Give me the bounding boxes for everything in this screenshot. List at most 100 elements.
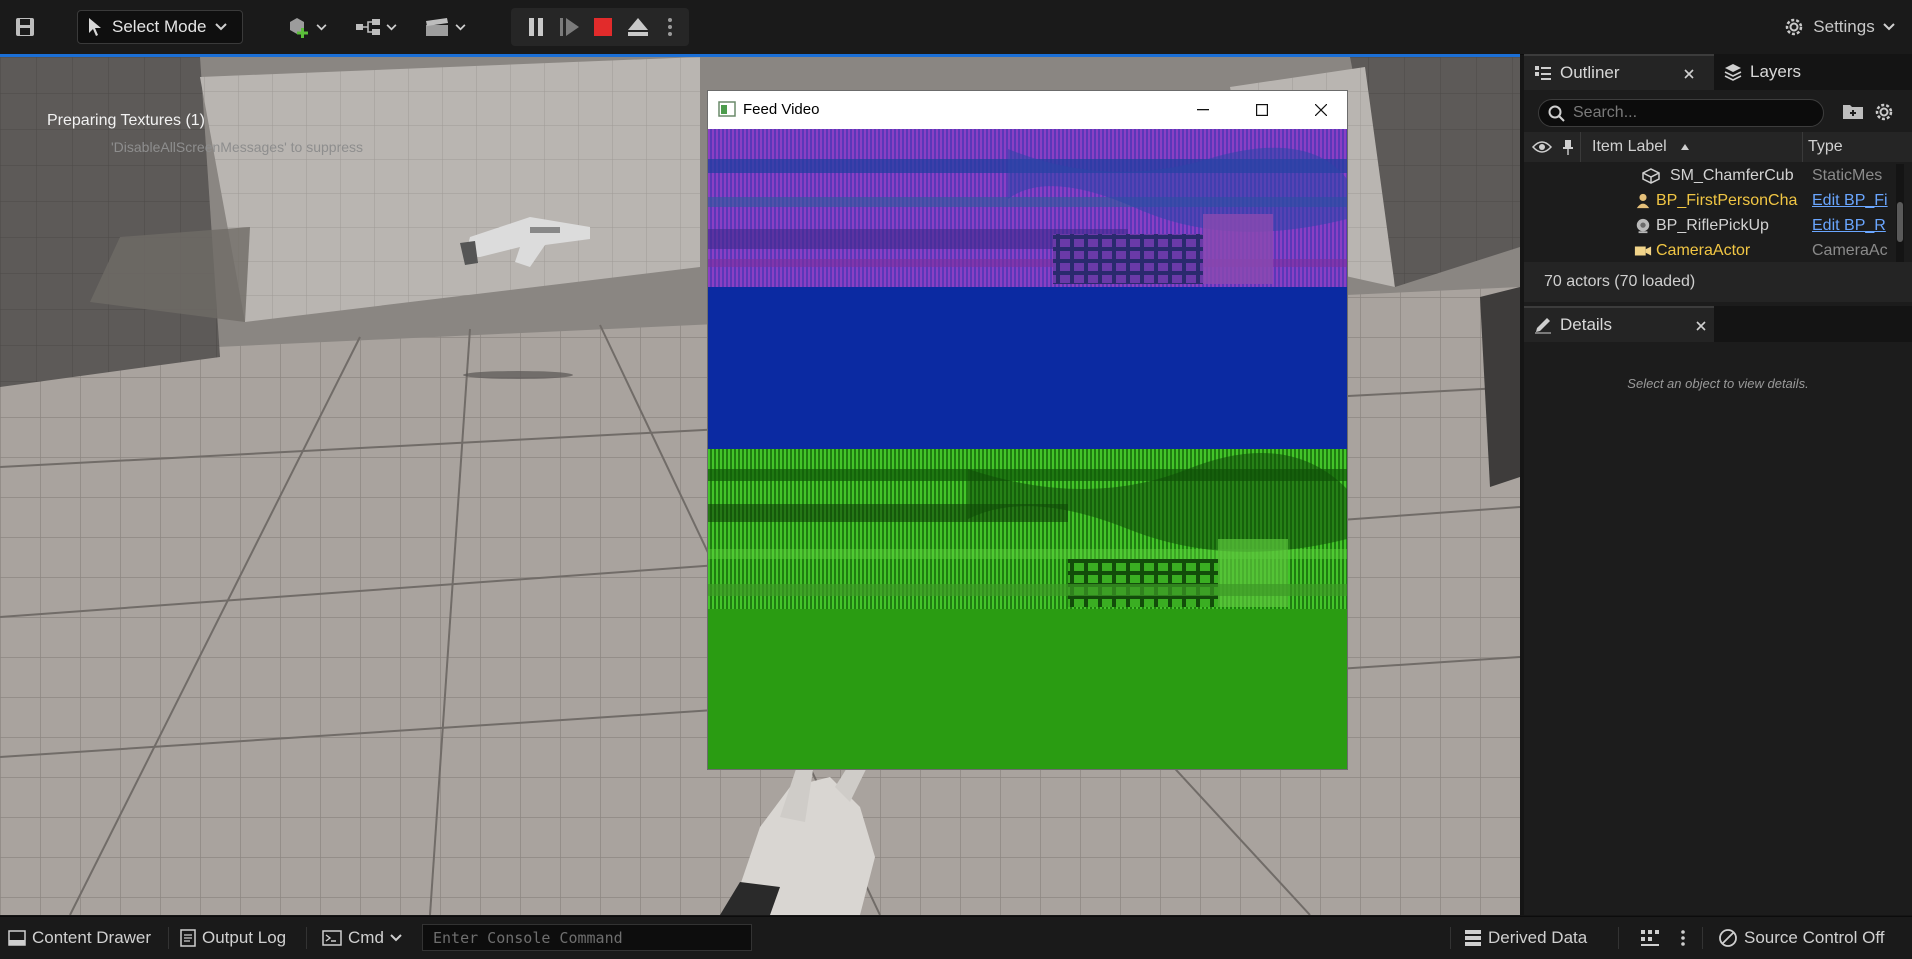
chevron-down-icon [386,23,397,30]
content-drawer-icon [8,930,26,946]
window-titlebar[interactable]: Feed Video [708,91,1347,129]
more-vertical-icon [1681,930,1685,946]
add-actor-button[interactable] [283,10,331,44]
row-type-link[interactable]: Edit BP_R [1812,217,1892,235]
outliner-scrollbar[interactable] [1896,164,1904,262]
character-icon [1636,193,1650,209]
scrollbar-thumb[interactable] [1897,202,1903,242]
maximize-icon [1256,104,1268,116]
save-button[interactable] [8,10,42,44]
main-toolbar: Select Mode Settings [0,0,1912,55]
outliner-icon [1535,66,1551,80]
source-control-off-icon [1719,929,1737,947]
derived-data-icon [1465,930,1481,946]
derived-data-label: Derived Data [1488,928,1588,947]
row-label: BP_RiflePickUp [1656,217,1769,234]
visibility-eye-icon[interactable] [1532,140,1552,154]
output-log-label: Output Log [202,928,287,947]
chevron-down-icon [316,23,327,30]
stop-button[interactable] [588,10,618,44]
search-placeholder: Search... [1573,104,1638,121]
video-feed-image [708,129,1347,769]
minimize-icon [1197,109,1209,111]
chevron-down-icon [214,23,227,31]
add-actor-icon [290,18,308,38]
column-item-label[interactable]: Item Label [1592,138,1667,156]
derived-data-button[interactable]: Derived Data [1464,917,1587,959]
search-icon [1548,105,1565,122]
eject-icon [628,18,648,36]
select-mode-dropdown[interactable]: Select Mode [77,10,243,44]
blueprint-button[interactable] [351,10,401,44]
select-mode-label: Select Mode [112,17,207,36]
details-empty-message: Select an object to view details. [1627,376,1809,391]
maximize-button[interactable] [1237,91,1287,129]
clapperboard-icon [426,18,448,36]
status-more-button[interactable] [1680,917,1686,959]
console-command-input[interactable] [422,924,752,951]
actor-count-status: 70 actors (70 loaded) [1524,262,1912,302]
outliner-row[interactable]: SM_ChamferCub StaticMes [1524,164,1896,189]
row-label: CameraActor [1656,242,1751,259]
static-mesh-icon [1642,168,1660,184]
close-tab-icon[interactable] [1696,321,1706,331]
tab-layers[interactable]: Layers [1718,54,1838,90]
outliner-row[interactable]: BP_FirstPersonCha Edit BP_Fi [1524,189,1896,214]
viewport-message-title: Preparing Textures (1) [47,112,205,129]
layers-icon [1724,64,1742,81]
close-button[interactable] [1296,91,1346,129]
play-options-button[interactable] [658,10,682,44]
outliner-search-input[interactable]: Search... [1538,99,1824,127]
window-title: Feed Video [743,101,820,118]
minimize-button[interactable] [1178,91,1228,129]
eject-button[interactable] [623,10,653,44]
step-forward-icon [560,18,579,36]
chevron-down-icon [390,934,402,942]
source-control-button[interactable]: Source Control Off [1718,917,1884,959]
outliner-row[interactable]: BP_RiflePickUp Edit BP_R [1524,214,1896,239]
tab-layers-label: Layers [1750,62,1802,81]
cinematics-button[interactable] [420,10,470,44]
app-window-icon [718,101,736,117]
cmd-dropdown[interactable]: Cmd [322,917,402,959]
status-bar: Content Drawer Output Log Cmd Derived Da… [0,916,1912,959]
content-drawer-label: Content Drawer [32,928,152,947]
save-icon [16,18,34,36]
pause-button[interactable] [521,10,551,44]
viewport-message-hint: 'DisableAllScreenMessages' to suppress [111,139,364,155]
pencil-icon [1535,318,1551,334]
content-drawer-button[interactable]: Content Drawer [8,917,151,959]
details-tabbar: Details [1524,306,1912,342]
add-folder-button[interactable] [1842,101,1866,125]
stop-icon [594,18,612,36]
row-type-link[interactable]: Edit BP_Fi [1812,192,1892,210]
feed-video-window[interactable]: Feed Video [707,90,1348,770]
play-controls [511,8,689,46]
outliner-tabbar: Outliner Layers [1524,54,1912,90]
chevron-down-icon [455,23,466,30]
trace-button[interactable] [1640,917,1660,959]
video-feed-frame [708,129,1347,769]
add-folder-icon [1843,105,1863,119]
gear-icon [1875,103,1893,121]
log-icon [180,929,196,947]
column-type[interactable]: Type [1808,138,1843,156]
tab-details[interactable]: Details [1524,306,1714,342]
pin-icon[interactable] [1562,139,1574,155]
outliner-settings-button[interactable] [1873,101,1897,125]
output-log-button[interactable]: Output Log [180,917,286,959]
tab-details-label: Details [1560,315,1612,334]
settings-label: Settings [1813,17,1875,36]
camera-icon [1634,246,1652,256]
close-tab-icon[interactable] [1684,69,1694,79]
row-label: SM_ChamferCub [1670,167,1794,184]
source-control-label: Source Control Off [1744,928,1885,947]
cmd-label: Cmd [348,928,384,947]
cursor-icon [89,18,101,36]
settings-button[interactable]: Settings [1772,10,1906,44]
blueprint-icon [356,19,380,35]
chevron-down-icon [1883,23,1895,31]
outliner-row[interactable]: CameraActor CameraAc [1524,239,1896,264]
tab-outliner[interactable]: Outliner [1524,54,1714,90]
step-frame-button[interactable] [555,10,585,44]
